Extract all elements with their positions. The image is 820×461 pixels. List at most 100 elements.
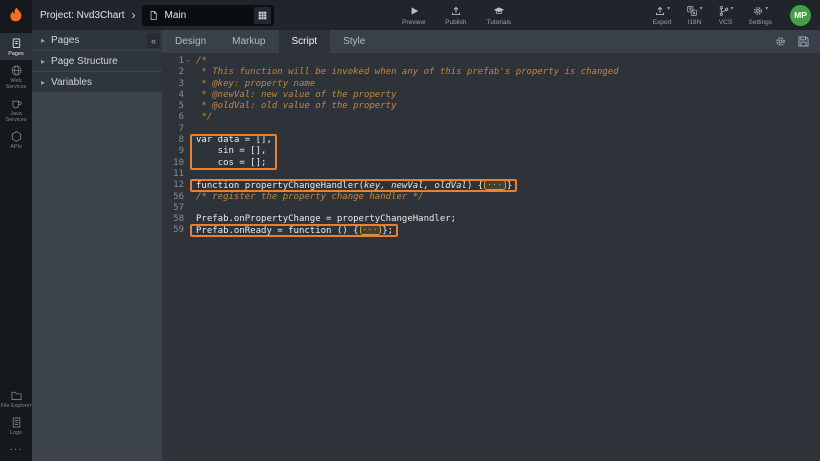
upload-icon bbox=[450, 5, 462, 17]
editor-column: Design Markup Script Style 1-/*2 * This … bbox=[162, 30, 820, 461]
caret-down-icon: ▾ bbox=[765, 5, 768, 12]
publish-button[interactable]: Publish bbox=[445, 5, 466, 26]
gear-icon bbox=[752, 5, 764, 17]
rail-item-web-services[interactable]: Web Services bbox=[0, 60, 32, 93]
flame-logo-icon bbox=[7, 6, 25, 24]
code-lines: 1-/*2 * This function will be invoked wh… bbox=[162, 56, 820, 237]
code-line: 4 * @newVal: new value of the property bbox=[162, 90, 820, 101]
panel-collapse-button[interactable]: « bbox=[147, 33, 160, 48]
code-fold-badge[interactable]: ··· bbox=[484, 180, 506, 190]
grid-icon bbox=[257, 10, 268, 21]
branch-icon bbox=[718, 5, 730, 17]
panel-section-label: Page Structure bbox=[51, 56, 118, 67]
code-fold-badge[interactable]: ··· bbox=[360, 225, 382, 235]
topbar-center-actions: Preview Publish Tutorials bbox=[402, 5, 511, 26]
graduation-cap-icon bbox=[492, 5, 506, 17]
caret-down-icon: ▾ bbox=[731, 5, 734, 12]
preview-button[interactable]: Preview bbox=[402, 5, 425, 26]
settings-button[interactable]: ▾ Settings bbox=[749, 5, 773, 26]
topbar: Project: Nvd3Chart › Main Preview Publis… bbox=[0, 0, 820, 30]
preview-label: Preview bbox=[402, 19, 425, 26]
caret-down-icon: ▾ bbox=[699, 5, 702, 12]
editor-settings-button[interactable] bbox=[774, 35, 787, 48]
left-rail: Pages Web Services Java Services APIs Fi… bbox=[0, 30, 32, 461]
pages-icon bbox=[10, 37, 23, 50]
page-selector[interactable]: Main bbox=[142, 5, 274, 26]
panel-section-pages[interactable]: ▸ Pages bbox=[32, 30, 162, 51]
caret-right-icon: ▸ bbox=[41, 57, 45, 66]
user-avatar[interactable]: MP bbox=[790, 5, 811, 26]
code-line: 8var data = [], bbox=[162, 135, 820, 146]
code-line: 56/* register the property change handle… bbox=[162, 192, 820, 203]
side-panel: ▸ Pages ▸ Page Structure ▸ Variables « bbox=[32, 30, 162, 461]
rail-label: Pages bbox=[8, 51, 24, 57]
vcs-button[interactable]: ▾ VCS bbox=[718, 5, 734, 26]
code-line: 58Prefab.onPropertyChange = propertyChan… bbox=[162, 214, 820, 225]
tab-style[interactable]: Style bbox=[330, 30, 378, 53]
rail-item-file-explorer[interactable]: File Explorer bbox=[0, 385, 32, 412]
folder-icon bbox=[10, 389, 23, 402]
globe-icon bbox=[10, 64, 23, 77]
save-button[interactable] bbox=[797, 35, 810, 48]
caret-right-icon: ▸ bbox=[41, 36, 45, 45]
rail-item-apis[interactable]: APIs bbox=[0, 126, 32, 153]
panel-section-page-structure[interactable]: ▸ Page Structure bbox=[32, 51, 162, 72]
export-label: Export bbox=[653, 19, 672, 26]
publish-label: Publish bbox=[445, 19, 466, 26]
export-button[interactable]: ▾ Export bbox=[653, 5, 672, 26]
code-line: 12function propertyChangeHandler(key, ne… bbox=[162, 180, 820, 191]
vcs-label: VCS bbox=[719, 19, 732, 26]
rail-more-button[interactable]: ··· bbox=[0, 439, 32, 461]
code-line: 1-/* bbox=[162, 56, 820, 67]
rail-item-logs[interactable]: Logs bbox=[0, 412, 32, 439]
rail-item-java-services[interactable]: Java Services bbox=[0, 93, 32, 126]
script-editor[interactable]: 1-/*2 * This function will be invoked wh… bbox=[162, 53, 820, 461]
tutorials-button[interactable]: Tutorials bbox=[486, 5, 511, 26]
tab-design[interactable]: Design bbox=[162, 30, 219, 53]
i18n-button[interactable]: ▾ I18N bbox=[686, 5, 702, 26]
chevron-right-icon: › bbox=[131, 8, 135, 22]
rail-label: Java Services bbox=[0, 111, 32, 123]
rail-label: File Explorer bbox=[1, 403, 32, 409]
hexagon-icon bbox=[10, 130, 23, 143]
export-icon bbox=[654, 5, 666, 17]
panel-section-variables[interactable]: ▸ Variables bbox=[32, 72, 162, 93]
topbar-right-actions: ▾ Export ▾ I18N ▾ VCS ▾ Settings bbox=[653, 5, 772, 26]
editor-tools bbox=[774, 30, 820, 53]
studio-window: Project: Nvd3Chart › Main Preview Publis… bbox=[0, 0, 820, 461]
rail-item-pages[interactable]: Pages bbox=[0, 33, 32, 60]
page-selector-value: Main bbox=[164, 10, 249, 21]
editor-tabbar: Design Markup Script Style bbox=[162, 30, 820, 53]
save-floppy-icon bbox=[797, 35, 810, 48]
caret-down-icon: ▾ bbox=[667, 5, 670, 12]
rail-label: APIs bbox=[10, 144, 22, 150]
project-name-label: Project: Nvd3Chart bbox=[40, 10, 124, 21]
code-line: 6 */ bbox=[162, 112, 820, 123]
tutorials-label: Tutorials bbox=[486, 19, 511, 26]
translate-icon bbox=[686, 5, 698, 17]
panel-section-label: Variables bbox=[51, 77, 92, 88]
code-line: 9 sin = [], bbox=[162, 146, 820, 157]
code-line: 5 * @oldVal: old value of the property bbox=[162, 101, 820, 112]
caret-right-icon: ▸ bbox=[41, 78, 45, 87]
code-line: 59Prefab.onReady = function () {···}; bbox=[162, 225, 820, 236]
page-grid-button[interactable] bbox=[254, 7, 271, 24]
tab-markup[interactable]: Markup bbox=[219, 30, 278, 53]
page-icon bbox=[148, 10, 159, 21]
code-line: 7 bbox=[162, 124, 820, 135]
play-icon bbox=[408, 5, 420, 17]
rail-label: Web Services bbox=[0, 78, 32, 90]
i18n-label: I18N bbox=[688, 19, 702, 26]
app-logo[interactable] bbox=[0, 0, 32, 30]
gear-icon bbox=[774, 35, 787, 48]
code-line: 57 bbox=[162, 203, 820, 214]
log-document-icon bbox=[10, 416, 23, 429]
coffee-cup-icon bbox=[10, 97, 23, 110]
panel-section-label: Pages bbox=[51, 35, 79, 46]
main-body: Pages Web Services Java Services APIs Fi… bbox=[0, 30, 820, 461]
tab-script[interactable]: Script bbox=[279, 30, 331, 53]
code-line: 11 bbox=[162, 169, 820, 180]
settings-label: Settings bbox=[749, 19, 773, 26]
code-line: 2 * This function will be invoked when a… bbox=[162, 67, 820, 78]
code-line: 10 cos = []; bbox=[162, 158, 820, 169]
